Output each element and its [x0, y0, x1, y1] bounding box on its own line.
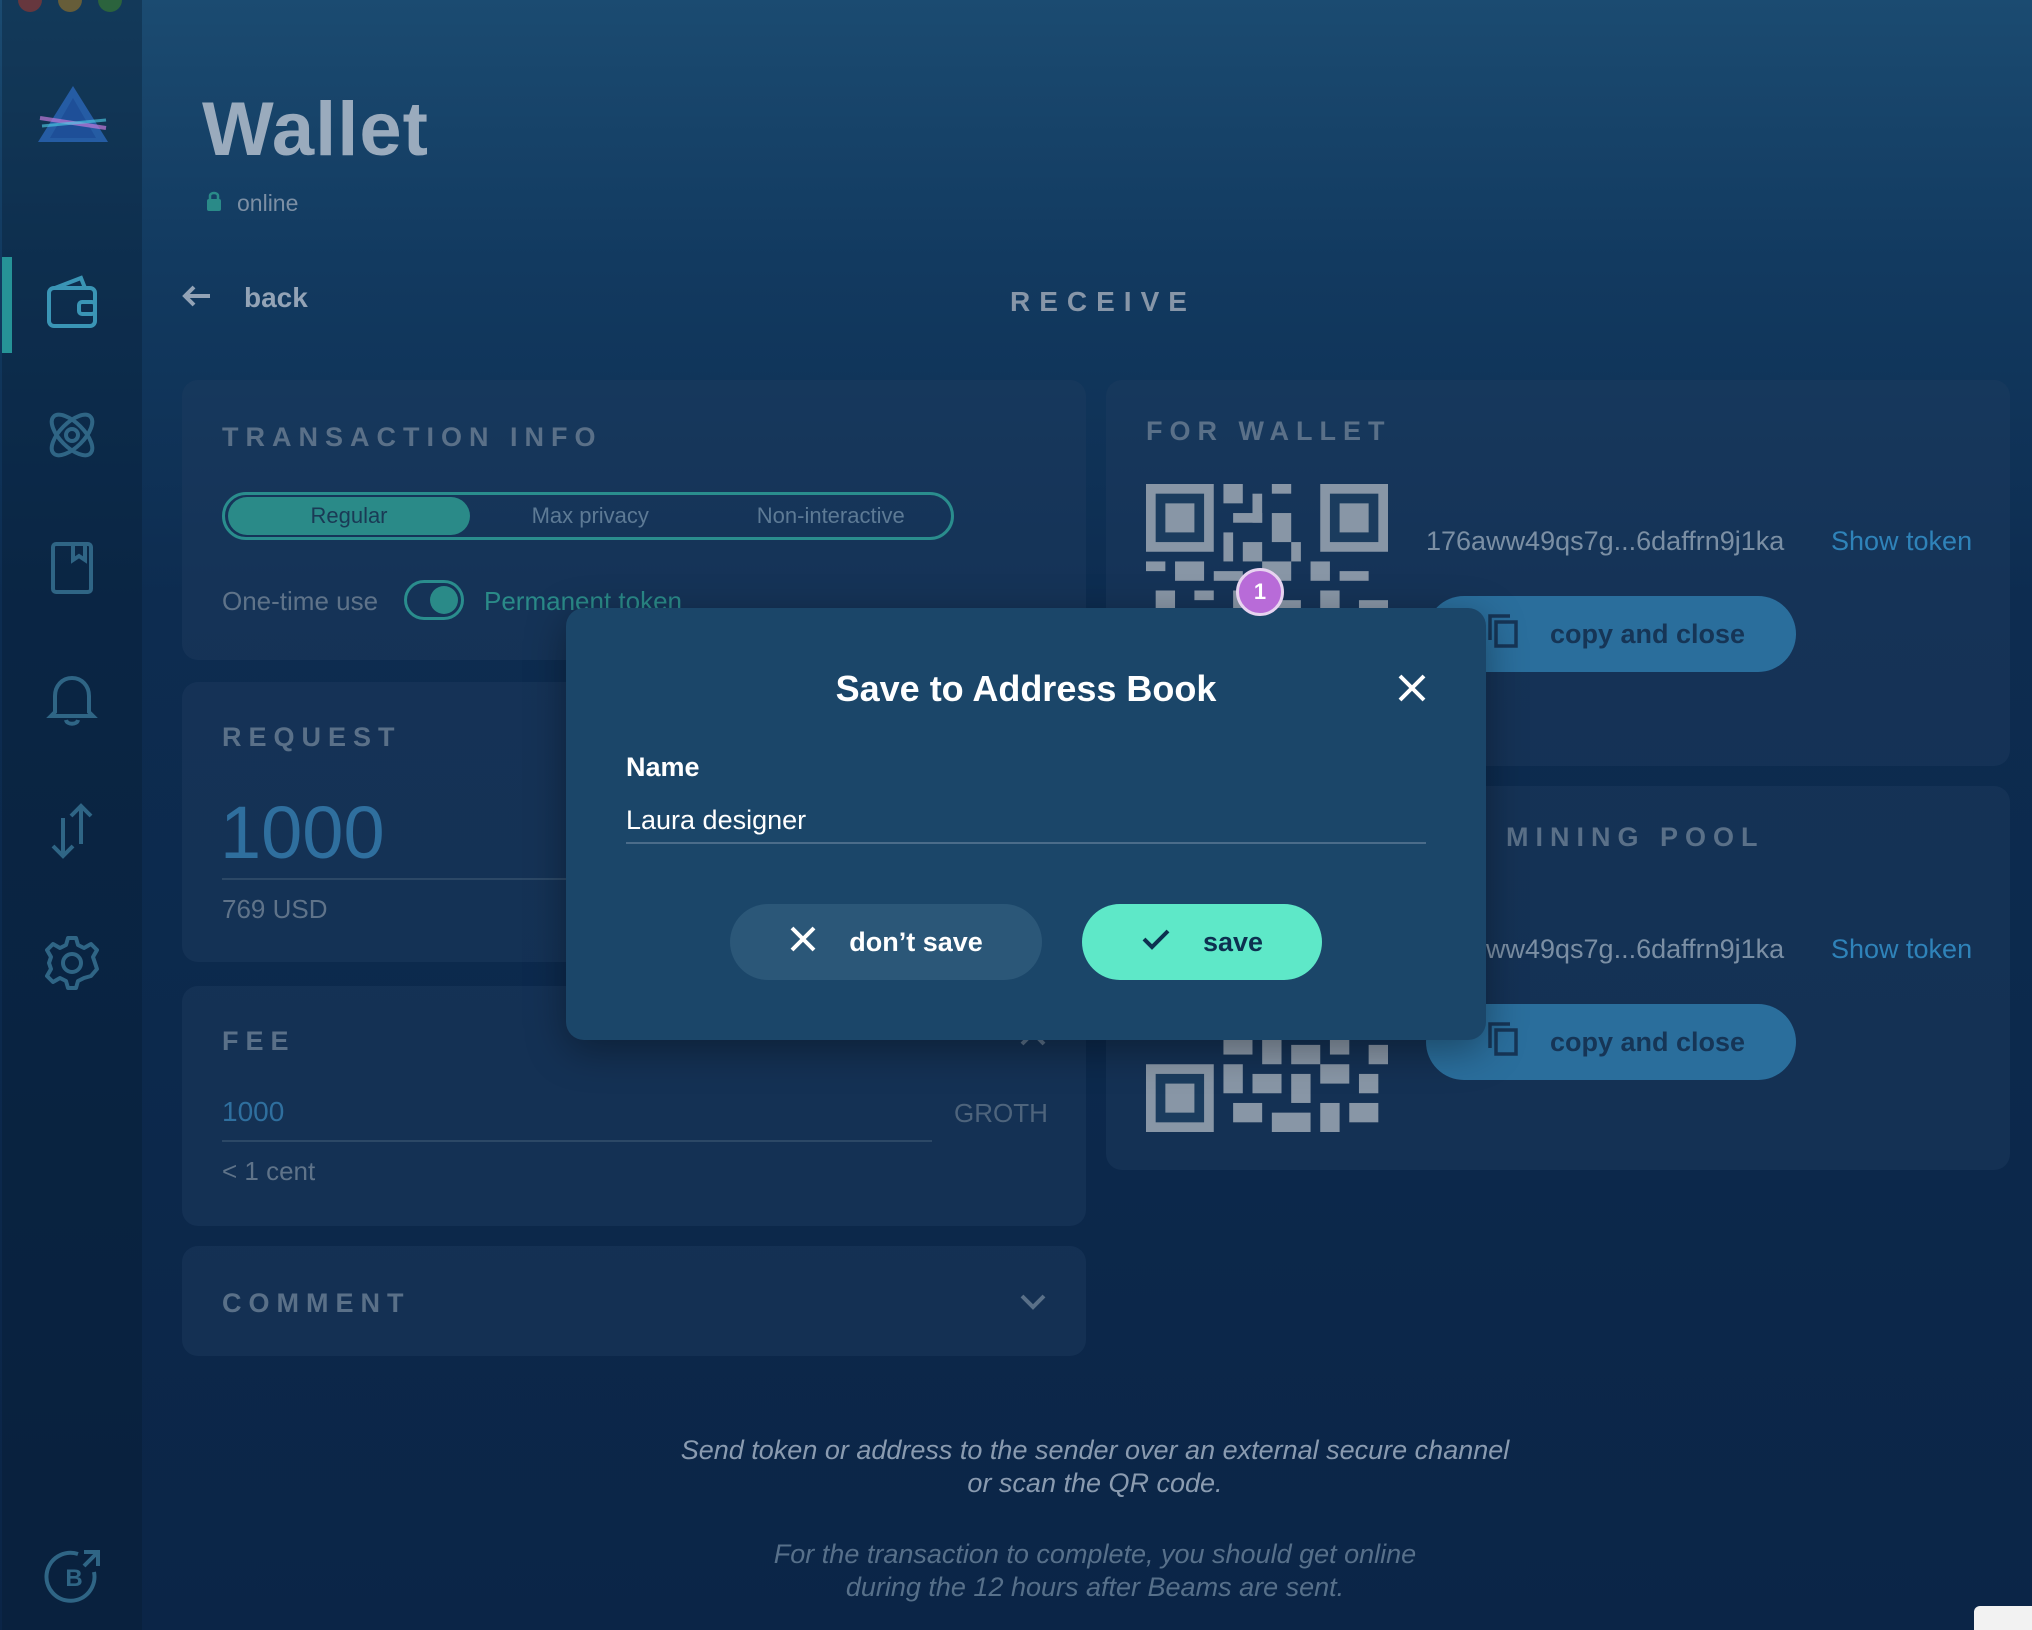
screen-title: RECEIVE — [1010, 286, 1196, 317]
swap-icon — [41, 800, 103, 867]
connection-status: online — [205, 190, 298, 217]
checkmark-icon — [1141, 927, 1171, 958]
hint-line-3: For the transaction to complete, you sho… — [773, 1539, 1417, 1569]
hint-online: For the transaction to complete, you sho… — [0, 1538, 2032, 1604]
bell-icon — [41, 668, 103, 735]
close-icon — [789, 925, 817, 960]
back-label: back — [244, 282, 308, 313]
save-address-modal: Save to Address Book Name don’t save sav… — [566, 608, 1486, 1040]
name-label: Name — [626, 752, 700, 782]
wallet-show-token-link[interactable]: Show token — [1831, 526, 1972, 557]
copy-icon — [1486, 612, 1520, 657]
notification-badge: 1 — [1236, 568, 1284, 616]
fee-title: FEE — [222, 1026, 296, 1056]
tab-max-privacy[interactable]: Max privacy — [470, 503, 711, 529]
fee-unit: GROTH — [954, 1098, 1048, 1128]
mining-pool-title: MINING POOL — [1506, 822, 1765, 852]
sidebar-item-notifications[interactable] — [2, 651, 142, 751]
mining-pool-show-token-link[interactable]: Show token — [1831, 934, 1972, 965]
arrow-left-icon — [182, 284, 212, 313]
wallet-icon — [41, 272, 103, 339]
comment-title: COMMENT — [222, 1288, 411, 1318]
request-usd: 769 USD — [222, 894, 328, 924]
hint-line-4: during the 12 hours after Beams are sent… — [845, 1572, 1345, 1602]
name-input[interactable] — [626, 798, 1426, 844]
mining-pool-address: ww49qs7g...6daffrn9j1ka — [1486, 934, 1785, 964]
modal-title: Save to Address Book — [835, 668, 1217, 709]
close-icon — [1390, 674, 1434, 714]
hint-secure-channel: Send token or address to the sender over… — [0, 1434, 2032, 1500]
tab-regular[interactable]: Regular — [228, 497, 470, 535]
fee-amount[interactable]: 1000 — [222, 1096, 284, 1128]
sidebar-item-dapps[interactable] — [2, 387, 142, 487]
atom-icon — [41, 404, 103, 471]
sidebar-item-wallet[interactable] — [2, 255, 142, 355]
request-divider — [222, 878, 582, 880]
copy-icon — [1486, 1020, 1520, 1065]
close-button[interactable] — [1390, 666, 1434, 710]
page-title: Wallet — [202, 87, 429, 172]
request-amount[interactable]: 1000 — [220, 790, 385, 875]
beam-logo — [36, 84, 110, 144]
wallet-address: 176aww49qs7g...6daffrn9j1ka — [1426, 526, 1785, 556]
token-type-toggle[interactable] — [404, 580, 464, 620]
save-label: save — [1202, 926, 1264, 957]
wallet-copy-label: copy and close — [1550, 618, 1746, 649]
chevron-down-icon[interactable] — [1018, 1292, 1048, 1317]
transaction-type-switch: Regular Max privacy Non-interactive — [222, 492, 954, 540]
sidebar-item-addresses[interactable] — [2, 519, 142, 619]
dont-save-button[interactable]: don’t save — [730, 904, 1042, 980]
back-button[interactable]: back — [182, 282, 308, 314]
sidebar: B — [2, 0, 142, 1630]
hint-line-1: Send token or address to the sender over… — [680, 1435, 1510, 1465]
app-window: B Wallet online back RECEIVE TRANSACTION… — [0, 0, 2032, 1630]
lock-icon — [205, 190, 223, 217]
sidebar-item-settings[interactable] — [2, 915, 142, 1015]
gear-icon — [41, 932, 103, 999]
transaction-info-title: TRANSACTION INFO — [222, 422, 603, 452]
window-corner-widget — [1974, 1606, 2032, 1630]
mining-pool-qr-code — [1146, 1036, 1388, 1132]
for-wallet-title: FOR WALLET — [1146, 416, 1392, 446]
one-time-use-label: One-time use — [222, 586, 379, 616]
address-book-icon — [41, 536, 103, 603]
status-text: online — [237, 190, 299, 216]
sidebar-item-atomic-swap[interactable] — [2, 783, 142, 883]
hint-line-2: or scan the QR code. — [967, 1468, 1223, 1498]
dont-save-label: don’t save — [849, 926, 983, 957]
save-button[interactable]: save — [1082, 904, 1322, 980]
tab-non-interactive[interactable]: Non-interactive — [711, 503, 952, 529]
mining-pool-copy-label: copy and close — [1550, 1026, 1746, 1057]
fee-usd: < 1 cent — [222, 1156, 316, 1186]
fee-divider — [222, 1140, 932, 1142]
request-title: REQUEST — [222, 722, 402, 752]
